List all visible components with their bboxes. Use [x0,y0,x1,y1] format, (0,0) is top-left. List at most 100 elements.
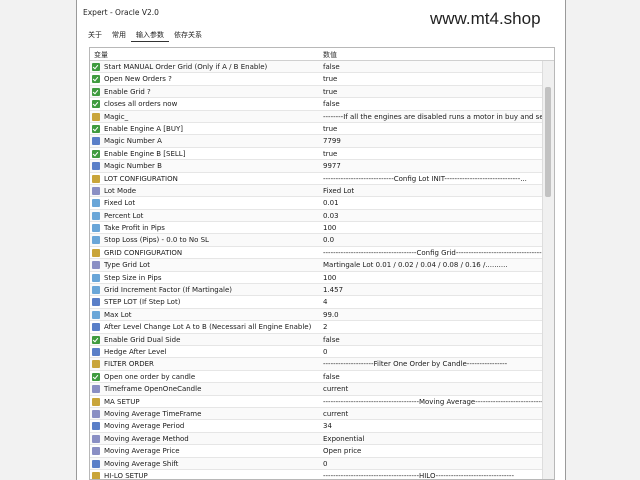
parameter-value[interactable]: 34 [323,422,549,430]
parameter-name: Timeframe OpenOneCandle [104,385,202,394]
parameter-value[interactable]: true [323,75,549,83]
parameter-value[interactable]: 99.0 [323,311,549,319]
table-row[interactable]: Moving Average Method Exponential [90,432,544,446]
enum-type-icon [92,186,100,195]
parameter-value[interactable]: -------------------------------------Con… [323,249,549,257]
parameter-value[interactable]: true [323,125,549,133]
parameter-value[interactable]: current [323,410,549,418]
expert-properties-window: Expert - Oracle V2.0 关于 常用 输入参数 依存关系 变量 … [76,0,566,480]
double-type-icon [92,224,100,233]
table-row[interactable]: Take Profit in Pips 100 [90,222,544,235]
parameter-value[interactable]: false [323,336,549,344]
string-type-icon [92,397,100,406]
table-row[interactable]: Percent Lot 0.03 [90,209,544,223]
table-row[interactable]: Max Lot 99.0 [90,308,544,322]
parameter-name: Moving Average TimeFrame [104,409,202,418]
table-row[interactable]: Enable Grid Dual Side false [90,333,544,346]
table-row[interactable]: Moving Average TimeFrame current [90,407,544,421]
table-row[interactable]: Hedge After Level 0 [90,346,544,359]
parameter-value[interactable]: --------------------------------------Mo… [323,398,549,406]
right-background [566,0,640,480]
table-row[interactable]: Type Grid Lot Martingale Lot 0.01 / 0.02 … [90,259,544,272]
table-row[interactable]: Enable Grid ? true [90,85,544,99]
table-row[interactable]: Enable Engine A [BUY] true [90,123,544,136]
column-header-value[interactable]: 数值 [323,50,337,60]
parameter-value[interactable]: false [323,63,549,71]
table-row[interactable]: closes all orders now false [90,98,544,111]
parameter-value[interactable]: current [323,385,549,393]
parameter-value[interactable]: ----------------------------Config Lot I… [323,175,549,183]
table-row[interactable]: After Level Change Lot A to B (Necessari… [90,321,544,334]
parameter-value[interactable]: Open price [323,447,549,455]
parameter-value[interactable]: 2 [323,323,549,331]
parameter-value[interactable]: true [323,150,549,158]
table-row[interactable]: Start MANUAL Order Grid (Only if A / B E… [90,61,544,74]
double-type-icon [92,273,100,282]
table-row[interactable]: LOT CONFIGURATION -----------------------… [90,173,544,185]
enum-type-icon [92,385,100,394]
tab-dependencies[interactable]: 依存关系 [169,29,207,42]
parameter-name: Magic Number A [104,137,162,146]
parameter-value[interactable]: false [323,100,549,108]
table-row[interactable]: Stop Loss (Pips) - 0.0 to No SL 0.0 [90,234,544,247]
table-row[interactable]: Moving Average Shift 0 [90,457,544,470]
vertical-scrollbar[interactable] [542,61,554,479]
parameter-value[interactable]: 100 [323,224,549,232]
tab-about[interactable]: 关于 [83,29,107,42]
integer-type-icon [92,323,100,332]
table-row[interactable]: Fixed Lot 0.01 [90,197,544,210]
parameter-value[interactable]: 0 [323,460,549,468]
enum-type-icon [92,409,100,418]
table-row[interactable]: HI-LO SETUP -----------------------------… [90,470,544,479]
parameter-name: Magic_ [104,112,129,121]
parameter-value[interactable]: 0.0 [323,236,549,244]
table-row[interactable]: Grid Increment Factor (If Martingale) 1.4… [90,284,544,297]
double-type-icon [92,236,100,245]
bool-type-icon [92,335,100,344]
parameter-name: Moving Average Price [104,447,180,456]
scrollbar-thumb[interactable] [545,87,551,197]
parameter-value[interactable]: false [323,373,549,381]
parameter-value[interactable]: 4 [323,298,549,306]
table-row[interactable]: Moving Average Period 34 [90,420,544,433]
parameter-name: Fixed Lot [104,199,136,208]
table-row[interactable]: Timeframe OpenOneCandle current [90,383,544,396]
parameter-value[interactable]: --------------------Filter One Order by … [323,360,549,368]
tab-inputs[interactable]: 输入参数 [131,29,169,42]
parameter-value[interactable]: true [323,88,549,96]
parameter-value[interactable]: Fixed Lot [323,187,549,195]
table-row[interactable]: FILTER ORDER --------------------Filter O… [90,358,544,371]
enum-type-icon [92,434,100,443]
parameter-value[interactable]: 100 [323,274,549,282]
parameter-value[interactable]: 9977 [323,162,549,170]
table-row[interactable]: Magic Number B 9977 [90,160,544,173]
tab-common[interactable]: 常用 [107,29,131,42]
parameter-value[interactable]: --------------------------------------HI… [323,472,549,479]
parameter-name: Magic Number B [104,162,162,171]
table-row[interactable]: Moving Average Price Open price [90,445,544,458]
table-row[interactable]: Magic Number A 7799 [90,135,544,148]
parameter-value[interactable]: 1.457 [323,286,549,294]
parameter-value[interactable]: 0 [323,348,549,356]
table-row[interactable]: Open one order by candle false [90,371,544,384]
double-type-icon [92,199,100,208]
parameter-value[interactable]: 0.03 [323,212,549,220]
table-row[interactable]: STEP LOT (If Step Lot) 4 [90,296,544,309]
string-type-icon [92,248,100,257]
column-header-variable[interactable]: 变量 [94,50,108,60]
parameter-value[interactable]: Exponential [323,435,549,443]
string-type-icon [92,360,100,369]
table-row[interactable]: Lot Mode Fixed Lot [90,184,544,198]
table-row[interactable]: Enable Engine B [SELL] true [90,148,544,161]
table-row[interactable]: Step Size in Pips 100 [90,272,544,285]
parameter-value[interactable]: 7799 [323,137,549,145]
parameter-name: Enable Engine B [SELL] [104,149,186,158]
table-row[interactable]: GRID CONFIGURATION ----------------------… [90,247,549,260]
parameter-value[interactable]: Martingale Lot 0.01 / 0.02 / 0.04 / 0.08… [323,261,549,269]
parameter-value[interactable]: --------If all the engines are disabled … [323,113,549,121]
table-row[interactable]: MA SETUP --------------------------------… [90,396,546,408]
table-row[interactable]: Open New Orders ? true [90,73,544,86]
table-row[interactable]: Magic_ --------If all the engines are dis… [90,110,549,123]
parameter-value[interactable]: 0.01 [323,199,549,207]
parameter-name: closes all orders now [104,100,178,109]
